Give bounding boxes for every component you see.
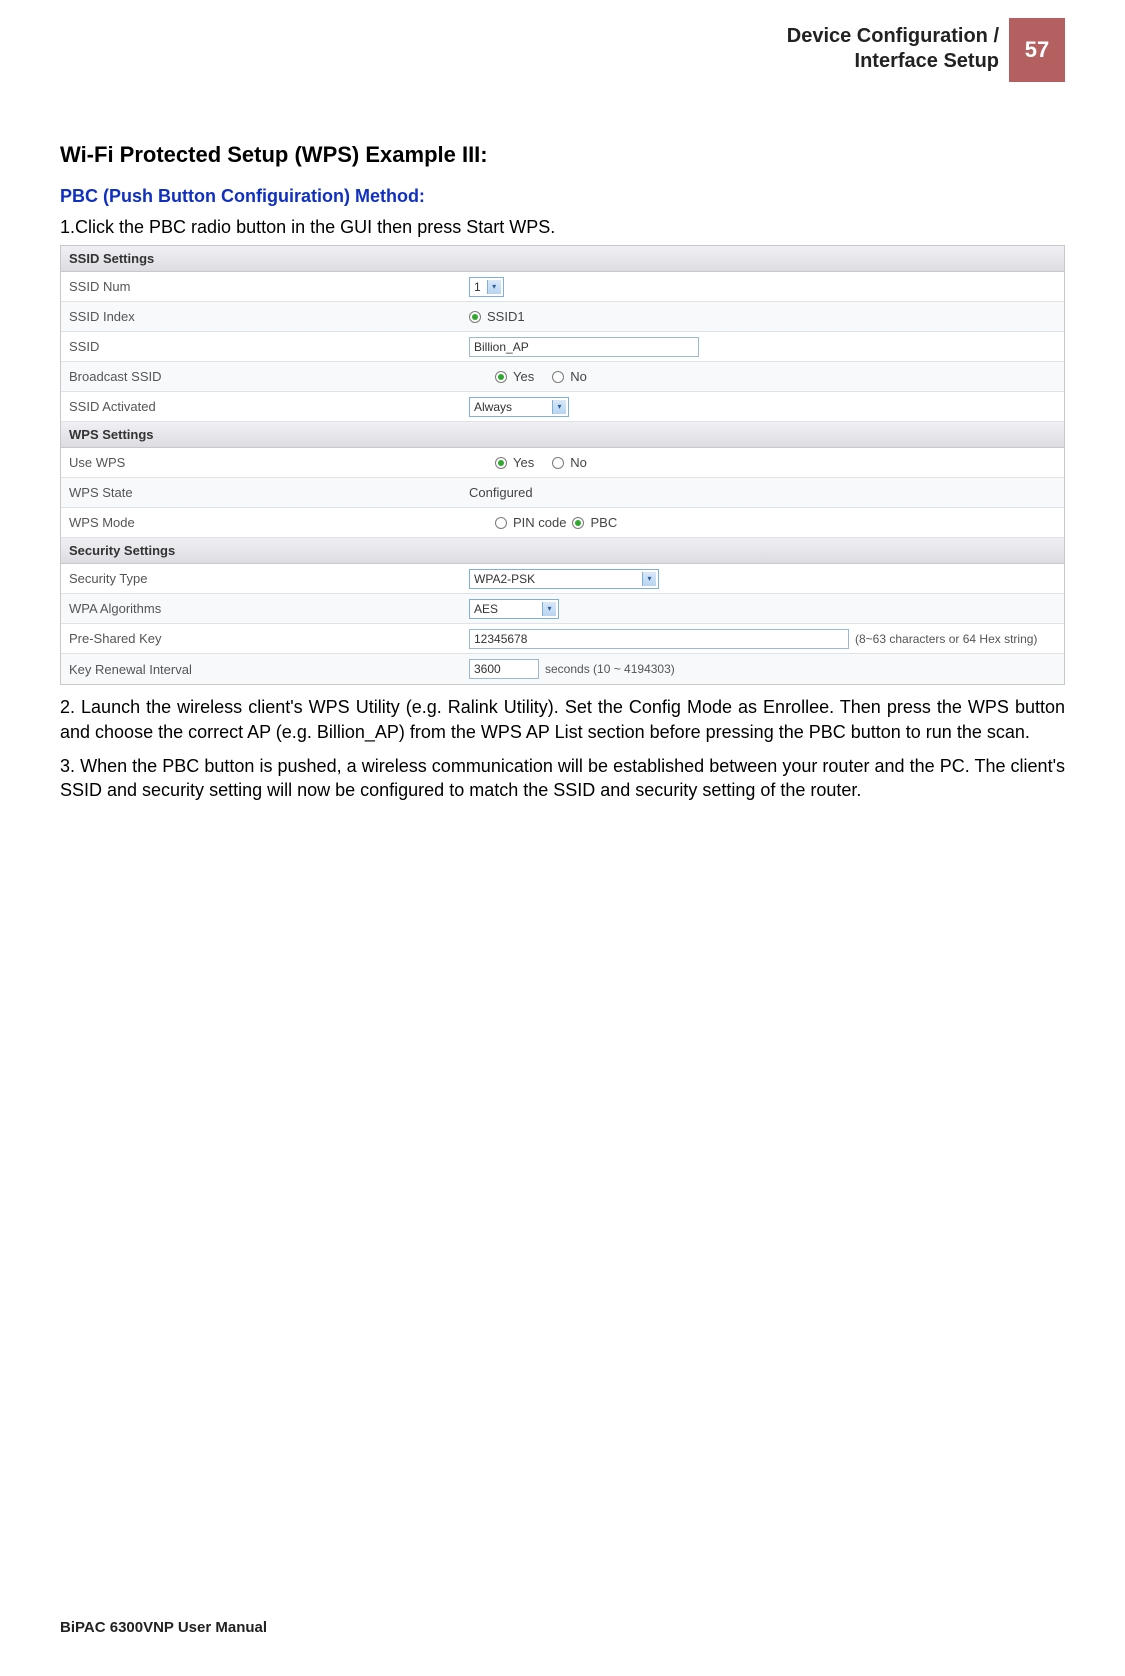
chevron-down-icon: ▾ <box>642 572 656 586</box>
step-3-text: 3. When the PBC button is pushed, a wire… <box>60 754 1065 803</box>
psk-label: Pre-Shared Key <box>61 626 461 651</box>
page-number: 57 <box>1009 18 1065 82</box>
broadcast-ssid-row: Broadcast SSID Yes No <box>61 362 1064 392</box>
ssid-num-value: 1 <box>474 280 481 294</box>
psk-input[interactable]: 12345678 <box>469 629 849 649</box>
use-wps-no-label: No <box>570 455 587 470</box>
wps-mode-row: WPS Mode PIN code PBC <box>61 508 1064 538</box>
wps-mode-label: WPS Mode <box>61 510 461 535</box>
use-wps-no-radio[interactable] <box>552 457 564 469</box>
ssid-label: SSID <box>61 334 461 359</box>
chevron-down-icon: ▾ <box>552 400 566 414</box>
pbc-radio[interactable] <box>572 517 584 529</box>
ssid1-radio[interactable] <box>469 311 481 323</box>
wps-settings-header: WPS Settings <box>61 422 1064 448</box>
wpa-algorithms-row: WPA Algorithms AES ▾ <box>61 594 1064 624</box>
ssid-activated-value: Always <box>474 400 546 414</box>
ssid-activated-dropdown[interactable]: Always ▾ <box>469 397 569 417</box>
security-settings-header: Security Settings <box>61 538 1064 564</box>
psk-note: (8~63 characters or 64 Hex string) <box>855 632 1037 646</box>
ssid1-radio-label: SSID1 <box>487 309 525 324</box>
key-renewal-input[interactable]: 3600 <box>469 659 539 679</box>
subsection-heading: PBC (Push Button Configuiration) Method: <box>60 186 1065 207</box>
key-renewal-label: Key Renewal Interval <box>61 657 461 682</box>
use-wps-row: Use WPS Yes No <box>61 448 1064 478</box>
pbc-label: PBC <box>590 515 617 530</box>
wps-state-value: Configured <box>469 485 533 500</box>
psk-row: Pre-Shared Key 12345678 (8~63 characters… <box>61 624 1064 654</box>
step-2-text: 2. Launch the wireless client's WPS Util… <box>60 695 1065 744</box>
broadcast-ssid-label: Broadcast SSID <box>61 364 461 389</box>
key-renewal-note: seconds (10 ~ 4194303) <box>545 662 675 676</box>
chevron-down-icon: ▾ <box>542 602 556 616</box>
section-heading: Wi-Fi Protected Setup (WPS) Example III: <box>60 142 1065 168</box>
use-wps-label: Use WPS <box>61 450 461 475</box>
wps-state-label: WPS State <box>61 480 461 505</box>
wps-state-row: WPS State Configured <box>61 478 1064 508</box>
use-wps-yes-label: Yes <box>513 455 534 470</box>
header-title: Device Configuration / Interface Setup <box>787 18 1009 82</box>
ssid-input-value: Billion_AP <box>474 340 529 354</box>
ssid-row: SSID Billion_AP <box>61 332 1064 362</box>
ssid-activated-row: SSID Activated Always ▾ <box>61 392 1064 422</box>
wpa-algorithms-label: WPA Algorithms <box>61 596 461 621</box>
key-renewal-value: 3600 <box>474 662 501 676</box>
ssid-input[interactable]: Billion_AP <box>469 337 699 357</box>
security-type-label: Security Type <box>61 566 461 591</box>
settings-panel: SSID Settings SSID Num 1 ▾ SSID Index SS… <box>60 245 1065 685</box>
key-renewal-row: Key Renewal Interval 3600 seconds (10 ~ … <box>61 654 1064 684</box>
wpa-algorithms-dropdown[interactable]: AES ▾ <box>469 599 559 619</box>
ssid-num-dropdown[interactable]: 1 ▾ <box>469 277 504 297</box>
security-type-value: WPA2-PSK <box>474 572 636 586</box>
page-header: Device Configuration / Interface Setup 5… <box>60 0 1065 82</box>
step-1-text: 1.Click the PBC radio button in the GUI … <box>60 215 1065 239</box>
header-title-line2: Interface Setup <box>855 50 999 72</box>
broadcast-yes-radio[interactable] <box>495 371 507 383</box>
wpa-algorithms-value: AES <box>474 602 536 616</box>
pin-code-label: PIN code <box>513 515 566 530</box>
footer-text: BiPAC 6300VNP User Manual <box>60 1619 267 1636</box>
psk-input-value: 12345678 <box>474 632 527 646</box>
ssid-activated-label: SSID Activated <box>61 394 461 419</box>
broadcast-no-radio[interactable] <box>552 371 564 383</box>
broadcast-no-label: No <box>570 369 587 384</box>
chevron-down-icon: ▾ <box>487 280 501 294</box>
header-title-line1: Device Configuration / <box>787 25 999 47</box>
ssid-index-row: SSID Index SSID1 <box>61 302 1064 332</box>
broadcast-yes-label: Yes <box>513 369 534 384</box>
ssid-num-row: SSID Num 1 ▾ <box>61 272 1064 302</box>
ssid-num-label: SSID Num <box>61 274 461 299</box>
pin-code-radio[interactable] <box>495 517 507 529</box>
security-type-row: Security Type WPA2-PSK ▾ <box>61 564 1064 594</box>
security-type-dropdown[interactable]: WPA2-PSK ▾ <box>469 569 659 589</box>
ssid-index-label: SSID Index <box>61 304 461 329</box>
ssid-settings-header: SSID Settings <box>61 246 1064 272</box>
use-wps-yes-radio[interactable] <box>495 457 507 469</box>
